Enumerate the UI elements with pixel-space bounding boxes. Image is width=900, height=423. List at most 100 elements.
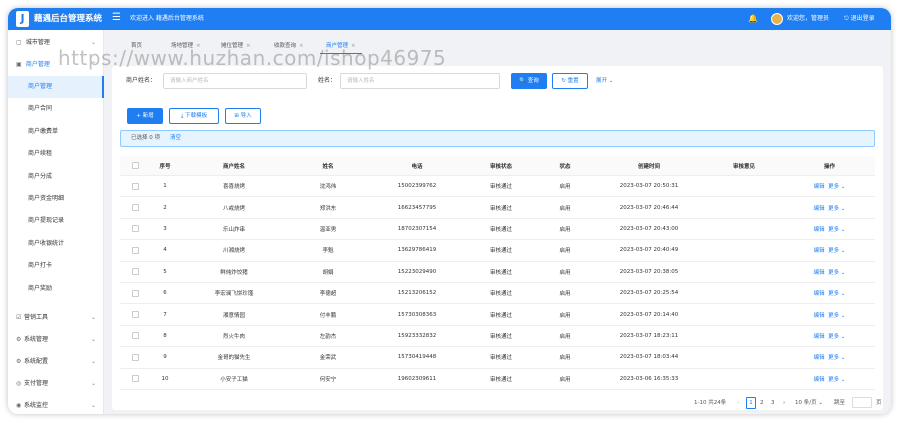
tab-item[interactable]: 场地管理 × — [165, 38, 207, 54]
nav-group-item[interactable]: ◎ 支付管理 ⌄ — [8, 373, 104, 395]
checkbox[interactable] — [131, 268, 139, 276]
more-actions-dropdown[interactable]: 更多 ⌄ — [828, 246, 845, 254]
close-icon[interactable]: × — [299, 43, 304, 49]
row-checkbox-cell[interactable] — [120, 283, 150, 303]
checkbox[interactable] — [131, 332, 139, 340]
edit-link[interactable]: 编辑 — [814, 246, 825, 254]
row-checkbox-cell[interactable] — [120, 197, 150, 217]
checkbox[interactable] — [131, 353, 139, 361]
user-greeting[interactable]: 欢迎您，管理员 — [787, 8, 829, 30]
more-actions-dropdown[interactable]: 更多 ⌄ — [828, 332, 845, 340]
page-size-select[interactable]: 10 条/页 ⌄ — [795, 397, 823, 409]
checkbox[interactable] — [131, 246, 139, 254]
nav-group-label: 营销工具 — [24, 314, 49, 321]
nav-group-item[interactable]: ⚙ 系统配置 ⌄ — [8, 351, 104, 373]
row-checkbox-cell[interactable] — [120, 326, 150, 346]
goto-page-input[interactable] — [852, 397, 872, 408]
merchant-name-input[interactable]: 请输入商户姓名 — [163, 73, 307, 89]
logout-button[interactable]: ⎋ 退出登录 — [844, 8, 875, 30]
checkbox[interactable] — [131, 162, 139, 169]
row-checkbox-cell[interactable] — [120, 240, 150, 260]
sidebar-item-merchant-sub[interactable]: 商户分成 — [8, 166, 104, 188]
edit-link[interactable]: 编辑 — [814, 332, 825, 340]
tab-item[interactable]: 商户管理 × — [320, 38, 362, 54]
tab-item[interactable]: 收款查询 × — [268, 38, 310, 54]
table-cell — [704, 197, 784, 217]
more-actions-dropdown[interactable]: 更多 ⌄ — [828, 204, 845, 212]
checkbox[interactable] — [131, 204, 139, 212]
edit-link[interactable]: 编辑 — [814, 204, 825, 212]
more-actions-dropdown[interactable]: 更多 ⌄ — [828, 311, 845, 319]
tab-item[interactable]: 摊位管理 × — [215, 38, 257, 54]
row-checkbox-cell[interactable] — [120, 219, 150, 239]
edit-link[interactable]: 编辑 — [814, 311, 825, 319]
page-1-button[interactable]: 1 — [746, 397, 756, 409]
edit-link[interactable]: 编辑 — [814, 225, 825, 233]
sidebar-item-merchant-sub[interactable]: 商户打卡 — [8, 255, 104, 277]
bell-icon[interactable]: 🔔 — [748, 8, 758, 30]
clear-selection-link[interactable]: 清空 — [170, 135, 181, 141]
checkbox[interactable] — [131, 375, 139, 383]
page-2-button[interactable]: 2 — [760, 397, 764, 409]
name-input[interactable]: 请输入姓名 — [340, 73, 500, 89]
add-button[interactable]: + 新增 — [127, 108, 163, 124]
search-button[interactable]: 🔍 查询 — [511, 73, 547, 89]
more-actions-dropdown[interactable]: 更多 ⌄ — [828, 225, 845, 233]
expand-link[interactable]: 展开 ⌄ — [596, 73, 613, 89]
table-cell — [704, 262, 784, 282]
sidebar-item-merchant-sub[interactable]: 商户收银统计 — [8, 233, 104, 255]
row-checkbox-cell[interactable] — [120, 304, 150, 324]
row-checkbox-cell[interactable] — [120, 369, 150, 389]
close-icon[interactable]: × — [196, 43, 201, 49]
table-cell: 15923332832 — [397, 332, 437, 339]
sidebar-item-merchant-sub[interactable]: 商户奖励 — [8, 278, 104, 300]
nav-group-item[interactable]: ☑ 营销工具 ⌄ — [8, 307, 104, 329]
edit-link[interactable]: 编辑 — [814, 182, 825, 190]
column-header: 操作 — [823, 163, 835, 170]
table-cell: 审核通过 — [489, 248, 512, 255]
close-icon[interactable]: × — [351, 43, 356, 49]
more-actions-dropdown[interactable]: 更多 ⌄ — [828, 353, 845, 361]
nav-group-item[interactable]: ◉ 系统监控 ⌄ — [8, 395, 104, 414]
nav-group-city[interactable]: ▢ 城市管理 ⌄ — [8, 32, 104, 54]
table-cell: 19602309611 — [397, 375, 437, 382]
reset-button[interactable]: ↻ 重置 — [552, 73, 588, 89]
row-checkbox-cell[interactable] — [120, 347, 150, 367]
table-cell — [704, 176, 784, 196]
sidebar-item-merchant-sub[interactable]: 商户管理 — [8, 76, 104, 98]
tab-item[interactable]: 首页 — [125, 38, 151, 54]
sidebar-item-merchant-sub[interactable]: 商户缴费单 — [8, 121, 104, 143]
menu-toggle-icon[interactable]: ☰ — [112, 12, 121, 24]
more-actions-dropdown[interactable]: 更多 ⌄ — [828, 375, 845, 383]
row-checkbox-cell[interactable] — [120, 262, 150, 282]
checkbox[interactable] — [131, 225, 139, 233]
checkbox[interactable] — [131, 289, 139, 297]
import-button[interactable]: ⊞ 导入 — [225, 108, 261, 124]
nav-group-merchant[interactable]: ▣ 商户管理 ⌃ — [8, 54, 104, 76]
more-actions-dropdown[interactable]: 更多 ⌄ — [828, 182, 845, 190]
sidebar-item-merchant-sub[interactable]: 商户续租 — [8, 143, 104, 165]
next-page-button[interactable]: › — [783, 397, 785, 409]
sidebar-item-merchant-sub[interactable]: 商户资金明细 — [8, 188, 104, 210]
table-cell: 2023-03-06 16:35:33 — [619, 375, 679, 382]
close-icon[interactable]: × — [246, 43, 251, 49]
edit-link[interactable]: 编辑 — [814, 268, 825, 276]
prev-page-button[interactable]: ‹ — [737, 397, 739, 409]
checkbox[interactable] — [131, 311, 139, 319]
download-template-button[interactable]: ⤓ 下载模板 — [169, 108, 219, 124]
row-checkbox-cell[interactable] — [120, 176, 150, 196]
more-actions-dropdown[interactable]: 更多 ⌄ — [828, 268, 845, 276]
nav-group-item[interactable]: ⚙ 系统管理 ⌄ — [8, 329, 104, 351]
table-cell — [704, 304, 784, 324]
sidebar-item-merchant-sub[interactable]: 商户提现记录 — [8, 210, 104, 232]
edit-link[interactable]: 编辑 — [814, 353, 825, 361]
edit-link[interactable]: 编辑 — [814, 289, 825, 297]
avatar[interactable] — [771, 13, 783, 25]
more-actions-dropdown[interactable]: 更多 ⌄ — [828, 289, 845, 297]
sidebar-item-merchant-sub[interactable]: 商户合同 — [8, 98, 104, 120]
edit-link[interactable]: 编辑 — [814, 375, 825, 383]
page-3-button[interactable]: 3 — [771, 397, 775, 409]
select-all-checkbox[interactable] — [120, 156, 150, 175]
table-cell: 8 — [163, 332, 167, 339]
checkbox[interactable] — [131, 182, 139, 190]
